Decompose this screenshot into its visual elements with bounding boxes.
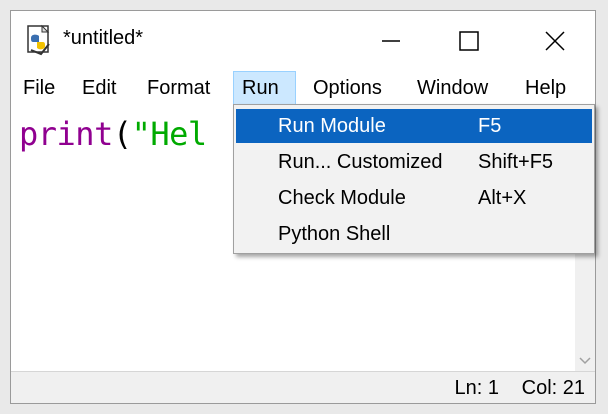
- menu-format[interactable]: Format: [139, 71, 218, 105]
- chevron-down-icon: [579, 357, 591, 365]
- menu-bar: File Edit Format Run Options Window Help: [11, 71, 595, 105]
- python-idle-icon: [27, 24, 50, 56]
- menu-item-python-shell[interactable]: Python Shell: [236, 217, 592, 251]
- menu-item-label: Check Module: [278, 187, 406, 209]
- menu-edit[interactable]: Edit: [74, 71, 124, 105]
- title-bar[interactable]: *untitled*: [11, 11, 595, 71]
- menu-item-shortcut: Shift+F5: [478, 151, 554, 173]
- menu-item-label: Run... Customized: [278, 151, 443, 173]
- code-line[interactable]: print("Hel: [19, 115, 207, 153]
- menu-help[interactable]: Help: [517, 71, 574, 105]
- menu-item-shortcut: F5: [478, 115, 502, 137]
- menu-run[interactable]: Run: [233, 71, 296, 105]
- menu-item-label: Run Module: [278, 115, 386, 137]
- maximize-button[interactable]: [442, 17, 496, 65]
- column-number: Col: 21: [521, 377, 585, 399]
- minimize-button[interactable]: [364, 17, 418, 65]
- code-string: "Hel: [131, 115, 208, 153]
- status-bar: Ln: 1 Col: 21: [11, 371, 595, 403]
- close-icon: [545, 31, 565, 51]
- menu-item-shortcut: Alt+X: [478, 187, 527, 209]
- menu-item-check-module[interactable]: Check Module Alt+X: [236, 181, 592, 215]
- scroll-down-button[interactable]: [575, 349, 595, 373]
- code-keyword: print: [19, 115, 113, 153]
- menu-item-run-module[interactable]: Run Module F5: [236, 109, 592, 143]
- menu-file[interactable]: File: [15, 71, 63, 105]
- code-paren: (: [112, 115, 132, 153]
- maximize-icon: [459, 31, 479, 51]
- menu-options[interactable]: Options: [305, 71, 390, 105]
- minimize-icon: [382, 40, 400, 42]
- window-title: *untitled*: [63, 27, 144, 49]
- line-number: Ln: 1: [454, 377, 499, 399]
- menu-window[interactable]: Window: [409, 71, 496, 105]
- close-button[interactable]: [528, 17, 582, 65]
- run-menu-dropdown: Run Module F5 Run... Customized Shift+F5…: [233, 104, 595, 254]
- menu-item-run-customized[interactable]: Run... Customized Shift+F5: [236, 145, 592, 179]
- menu-item-label: Python Shell: [278, 223, 391, 245]
